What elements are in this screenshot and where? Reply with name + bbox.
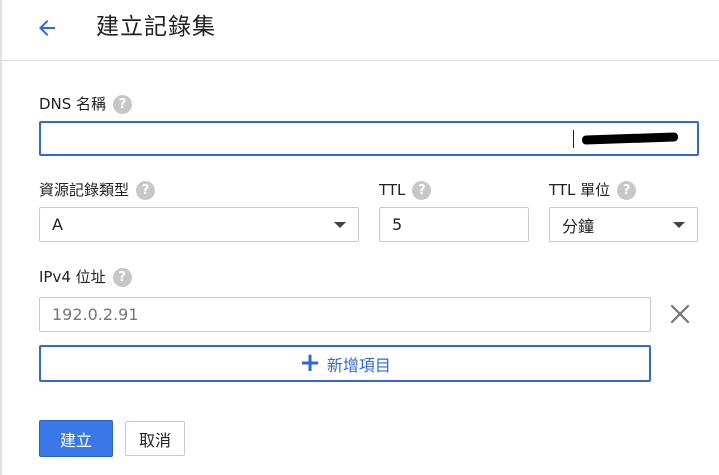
page-title: 建立記錄集 — [96, 14, 216, 40]
dns-name-input[interactable] — [39, 121, 699, 156]
ipv4-value: 192.0.2.91 — [52, 305, 139, 324]
record-type-label: 資源記錄類型 ? — [39, 180, 156, 200]
cancel-button[interactable]: 取消 — [125, 421, 185, 456]
dropdown-arrow-icon — [673, 221, 685, 228]
record-type-select[interactable]: A — [39, 207, 359, 242]
add-item-button[interactable]: + 新增項目 — [39, 345, 651, 382]
ttl-unit-value: 分鐘 — [562, 216, 595, 236]
close-icon — [670, 304, 690, 324]
ttl-input[interactable]: 5 — [379, 207, 529, 242]
ttl-label: TTL ? — [379, 180, 432, 200]
remove-ip-button[interactable] — [669, 303, 691, 325]
add-item-label: 新增項目 — [326, 355, 391, 375]
create-button[interactable]: 建立 — [39, 420, 113, 457]
ipv4-label: IPv4 位址 ? — [39, 267, 132, 287]
redaction-bar — [581, 132, 679, 145]
dns-name-label: DNS 名稱 ? — [39, 94, 133, 114]
ttl-unit-select[interactable]: 分鐘 — [549, 207, 698, 242]
page-header: 建立記錄集 — [2, 0, 719, 61]
help-icon[interactable]: ? — [617, 180, 637, 200]
record-type-label-text: 資源記錄類型 — [39, 181, 130, 199]
back-button[interactable] — [30, 11, 64, 45]
arrow-back-icon — [39, 20, 55, 36]
record-type-value: A — [52, 215, 63, 234]
dns-name-label-text: DNS 名稱 — [39, 95, 107, 113]
help-icon[interactable]: ? — [113, 94, 133, 114]
help-icon[interactable]: ? — [412, 180, 432, 200]
create-record-set-page: 建立記錄集 DNS 名稱 ? 資源記錄類型 ? A TTL ? 5 TTL 單位… — [0, 0, 719, 475]
text-caret — [573, 129, 574, 148]
left-divider — [0, 0, 2, 475]
ttl-unit-label-text: TTL 單位 — [549, 181, 611, 199]
ttl-unit-label: TTL 單位 ? — [549, 180, 637, 200]
ttl-label-text: TTL — [379, 181, 406, 199]
plus-icon: + — [299, 347, 321, 378]
help-icon[interactable]: ? — [136, 180, 156, 200]
dropdown-arrow-icon — [334, 221, 346, 228]
help-icon[interactable]: ? — [112, 267, 132, 287]
redacted-domain — [573, 129, 689, 148]
ipv4-input[interactable]: 192.0.2.91 — [39, 297, 651, 332]
ipv4-label-text: IPv4 位址 — [39, 268, 106, 286]
ttl-value: 5 — [392, 215, 403, 234]
